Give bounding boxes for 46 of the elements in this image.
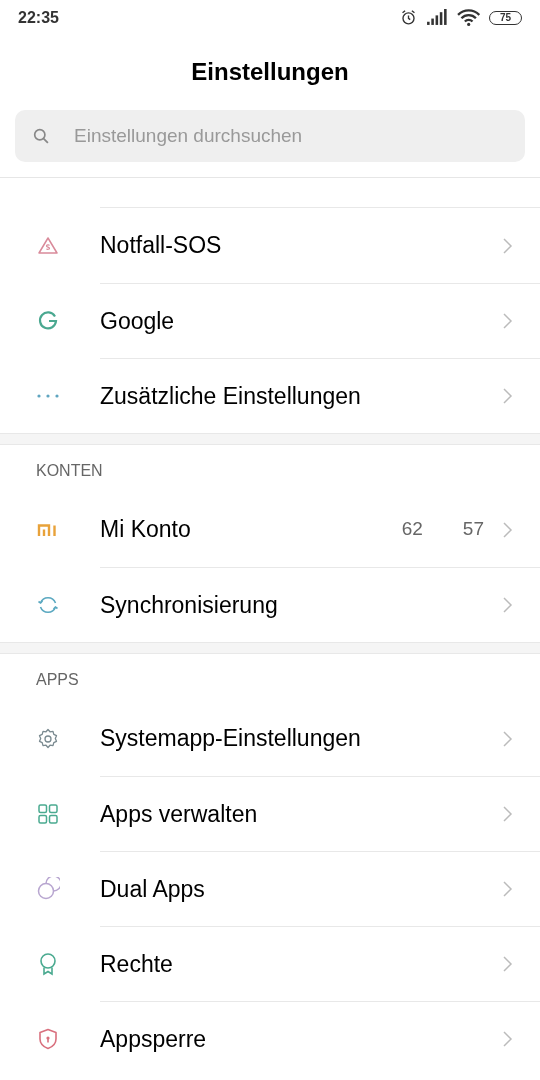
row-label: Synchronisierung [100, 590, 279, 620]
settings-row[interactable]: Systemapp-Einstellungen [0, 701, 540, 776]
gear-icon [36, 726, 60, 751]
settings-row[interactable]: Rechte [0, 926, 540, 1001]
chevron-icon [502, 805, 514, 823]
chevron-icon [502, 520, 514, 539]
chevron-icon [502, 955, 514, 973]
settings-row[interactable]: Apps verwalten [0, 776, 540, 851]
shield-icon [36, 1026, 60, 1051]
signal-icon [426, 9, 448, 26]
settings-row[interactable]: Dual Apps [0, 851, 540, 926]
settings-row[interactable]: Notfall-SOS [0, 208, 540, 283]
row-label: Mi Konto [100, 515, 192, 545]
chevron-icon [502, 1030, 514, 1048]
alarm-icon [400, 9, 418, 26]
row-label: Systemapp-Einstellungen [100, 724, 362, 754]
row-label: Dual Apps [100, 874, 206, 904]
row-label: Rechte [100, 949, 174, 979]
chevron-icon [502, 387, 514, 405]
settings-row[interactable]: Mi Konto 62 57 [0, 492, 540, 567]
chevron-icon [502, 729, 514, 748]
row-label: Apps verwalten [100, 799, 259, 829]
wifi-icon [456, 9, 480, 26]
more-dots-icon [36, 392, 60, 399]
row-label: Google [100, 306, 176, 336]
chevron-icon [502, 596, 514, 614]
chevron-icon [502, 312, 514, 330]
section-header: APPS [35, 670, 80, 690]
grid-icon [36, 801, 60, 826]
page-title: Einstellungen [190, 57, 350, 87]
chevron-icon [502, 236, 514, 255]
row-value: 57 [462, 517, 484, 542]
row-label: Appsperre [100, 1024, 208, 1054]
settings-row[interactable]: Appsperre [0, 1001, 540, 1076]
row-label: Zusätzliche Einstellungen [100, 381, 362, 411]
search-field[interactable]: Einstellungen durchsuchen [72, 120, 472, 152]
search-bar[interactable]: Einstellungen durchsuchen [15, 110, 525, 162]
row-value: 62 [401, 517, 423, 542]
clock-time: 22:35 [18, 7, 59, 28]
row-label: Notfall-SOS [100, 231, 223, 261]
settings-row[interactable]: Google [0, 283, 540, 358]
chevron-icon [502, 880, 514, 898]
letter-g-icon [36, 308, 60, 333]
search-icon [33, 127, 50, 145]
section-header: KONTEN [35, 461, 104, 481]
overlapping-circles-icon [36, 876, 60, 901]
